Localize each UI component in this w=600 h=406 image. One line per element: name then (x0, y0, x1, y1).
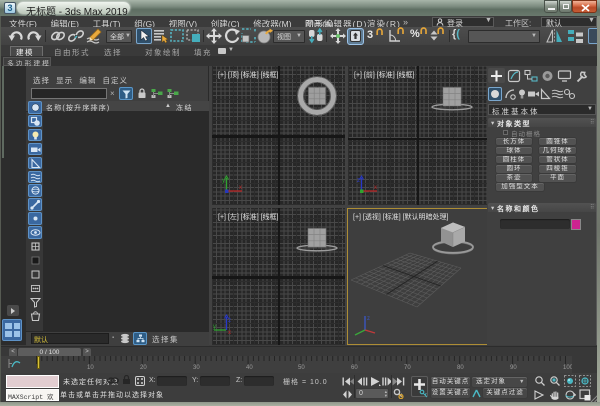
svg-text:z: z (367, 316, 370, 322)
svg-text:x: x (374, 185, 377, 191)
svg-text:z: z (357, 178, 360, 184)
svg-text:x: x (239, 185, 242, 191)
svg-text:y: y (213, 324, 216, 330)
svg-text:z: z (228, 318, 231, 324)
svg-text:y: y (222, 178, 225, 184)
svg-text:x: x (228, 330, 231, 334)
